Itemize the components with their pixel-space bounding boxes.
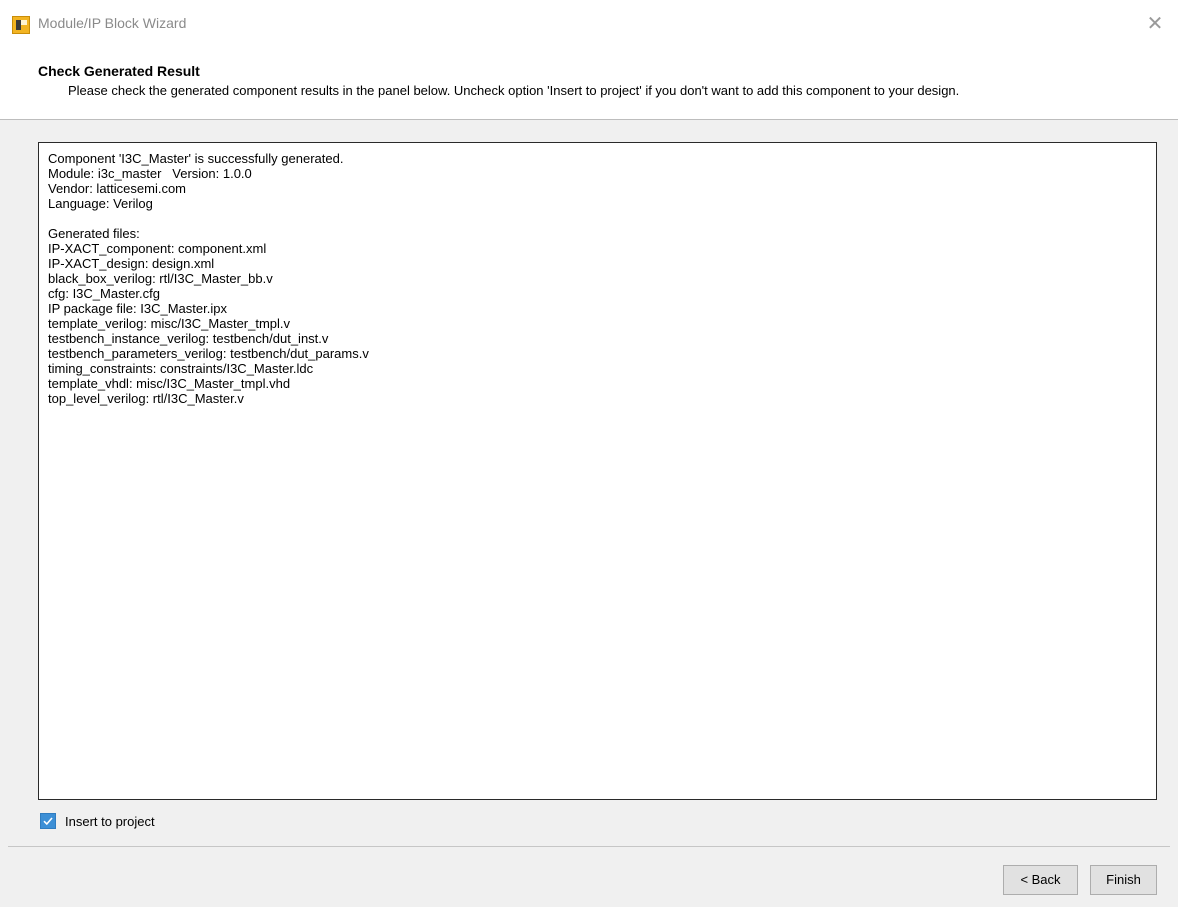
result-line: template_vhdl: misc/I3C_Master_tmpl.vhd xyxy=(48,376,291,391)
checkmark-icon xyxy=(43,817,53,826)
wizard-header: Check Generated Result Please check the … xyxy=(0,50,1178,120)
result-line: IP package file: I3C_Master.ipx xyxy=(48,301,227,316)
result-line xyxy=(48,211,1147,226)
result-line: testbench_parameters_verilog: testbench/… xyxy=(48,346,369,361)
finish-button[interactable]: Finish xyxy=(1090,865,1157,895)
page-title: Check Generated Result xyxy=(38,63,200,79)
result-line: IP-XACT_design: design.xml xyxy=(48,256,215,271)
result-line: top_level_verilog: rtl/I3C_Master.v xyxy=(48,391,244,406)
close-icon[interactable]: ✕ xyxy=(1142,10,1168,36)
result-line: template_verilog: misc/I3C_Master_tmpl.v xyxy=(48,316,291,331)
app-icon xyxy=(12,16,30,34)
result-line: IP-XACT_component: component.xml xyxy=(48,241,267,256)
result-line: Module: i3c_master Version: 1.0.0 xyxy=(48,166,252,181)
results-panel[interactable]: Component 'I3C_Master' is successfully g… xyxy=(38,142,1157,800)
result-line: Vendor: latticesemi.com xyxy=(48,181,187,196)
back-button[interactable]: < Back xyxy=(1003,865,1078,895)
footer-divider xyxy=(8,846,1170,847)
result-line: Generated files: xyxy=(48,226,140,241)
wizard-window: Module/IP Block Wizard ✕ Check Generated… xyxy=(0,0,1178,907)
title-bar: Module/IP Block Wizard ✕ xyxy=(0,0,1178,50)
page-subtitle: Please check the generated component res… xyxy=(68,83,960,98)
result-line: Language: Verilog xyxy=(48,196,153,211)
result-line: black_box_verilog: rtl/I3C_Master_bb.v xyxy=(48,271,273,286)
insert-to-project-label[interactable]: Insert to project xyxy=(65,814,155,829)
result-line: Component 'I3C_Master' is successfully g… xyxy=(48,151,344,166)
insert-to-project-checkbox[interactable] xyxy=(40,813,56,829)
result-line: testbench_instance_verilog: testbench/du… xyxy=(48,331,329,346)
window-title: Module/IP Block Wizard xyxy=(38,15,187,31)
result-line: cfg: I3C_Master.cfg xyxy=(48,286,160,301)
insert-to-project-option[interactable]: Insert to project xyxy=(40,811,155,831)
result-line: timing_constraints: constraints/I3C_Mast… xyxy=(48,361,314,376)
